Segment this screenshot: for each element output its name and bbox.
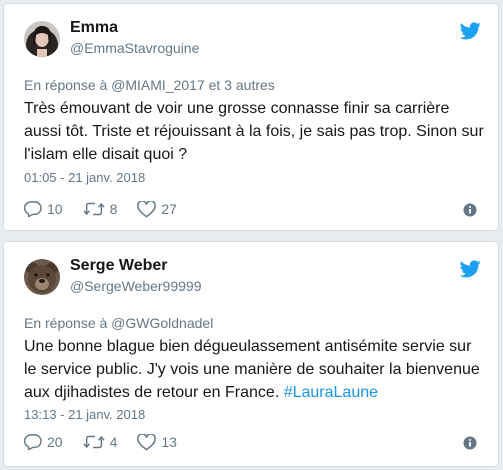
- like-count: 13: [161, 434, 177, 450]
- retweet-icon: [82, 202, 105, 216]
- like-icon: [137, 200, 157, 217]
- hashtag-link[interactable]: #LauraLaune: [284, 384, 378, 401]
- author-name[interactable]: Serge Weber: [70, 257, 168, 275]
- reply-icon: [24, 201, 42, 217]
- twitter-bird-icon[interactable]: [459, 22, 481, 40]
- reply-prefix: En réponse à: [24, 77, 112, 93]
- like-button[interactable]: 27: [137, 200, 177, 218]
- retweet-icon: [82, 435, 105, 449]
- retweet-button[interactable]: 4: [82, 434, 118, 450]
- author-handle[interactable]: @EmmaStavroguine: [70, 40, 199, 56]
- timestamp[interactable]: 13:13 - 21 janv. 2018: [24, 407, 145, 422]
- reply-prefix: En réponse à: [24, 315, 112, 331]
- action-bar: 20 4 13: [24, 432, 197, 452]
- reply-count: 20: [47, 434, 63, 450]
- info-icon[interactable]: [462, 435, 478, 451]
- like-icon: [137, 433, 157, 450]
- reply-to-link[interactable]: @MIAMI_2017 et 3 autres: [111, 77, 275, 93]
- tweet-card[interactable]: Emma @EmmaStavroguine En réponse à @MIAM…: [3, 3, 499, 231]
- tweet-text: Très émouvant de voir une grosse connass…: [24, 97, 486, 166]
- reply-context: En réponse à @MIAMI_2017 et 3 autres: [24, 77, 275, 93]
- tweet-body: Une bonne blague bien dégueulassement an…: [24, 338, 480, 401]
- reply-button[interactable]: 10: [24, 201, 63, 217]
- avatar[interactable]: [24, 21, 60, 57]
- tweet-body: Très émouvant de voir une grosse connass…: [24, 100, 484, 163]
- reply-context: En réponse à @GWGoldnadel: [24, 315, 213, 331]
- reply-icon: [24, 434, 42, 450]
- retweet-count: 4: [109, 434, 118, 450]
- info-icon[interactable]: [462, 202, 478, 218]
- timestamp[interactable]: 01:05 - 21 janv. 2018: [24, 170, 145, 185]
- tweet-text: Une bonne blague bien dégueulassement an…: [24, 335, 486, 404]
- reply-button[interactable]: 20: [24, 434, 63, 450]
- like-button[interactable]: 13: [137, 433, 177, 451]
- action-bar: 10 8 27: [24, 199, 197, 219]
- retweet-button[interactable]: 8: [82, 201, 118, 217]
- retweet-count: 8: [109, 201, 118, 217]
- author-handle[interactable]: @SergeWeber99999: [70, 278, 201, 294]
- reply-count: 10: [47, 201, 63, 217]
- avatar[interactable]: [24, 259, 60, 295]
- reply-to-link[interactable]: @GWGoldnadel: [111, 315, 213, 331]
- author-name[interactable]: Emma: [70, 19, 118, 37]
- twitter-bird-icon[interactable]: [459, 260, 481, 278]
- like-count: 27: [161, 201, 177, 217]
- tweet-card[interactable]: Serge Weber @SergeWeber99999 En réponse …: [3, 241, 499, 467]
